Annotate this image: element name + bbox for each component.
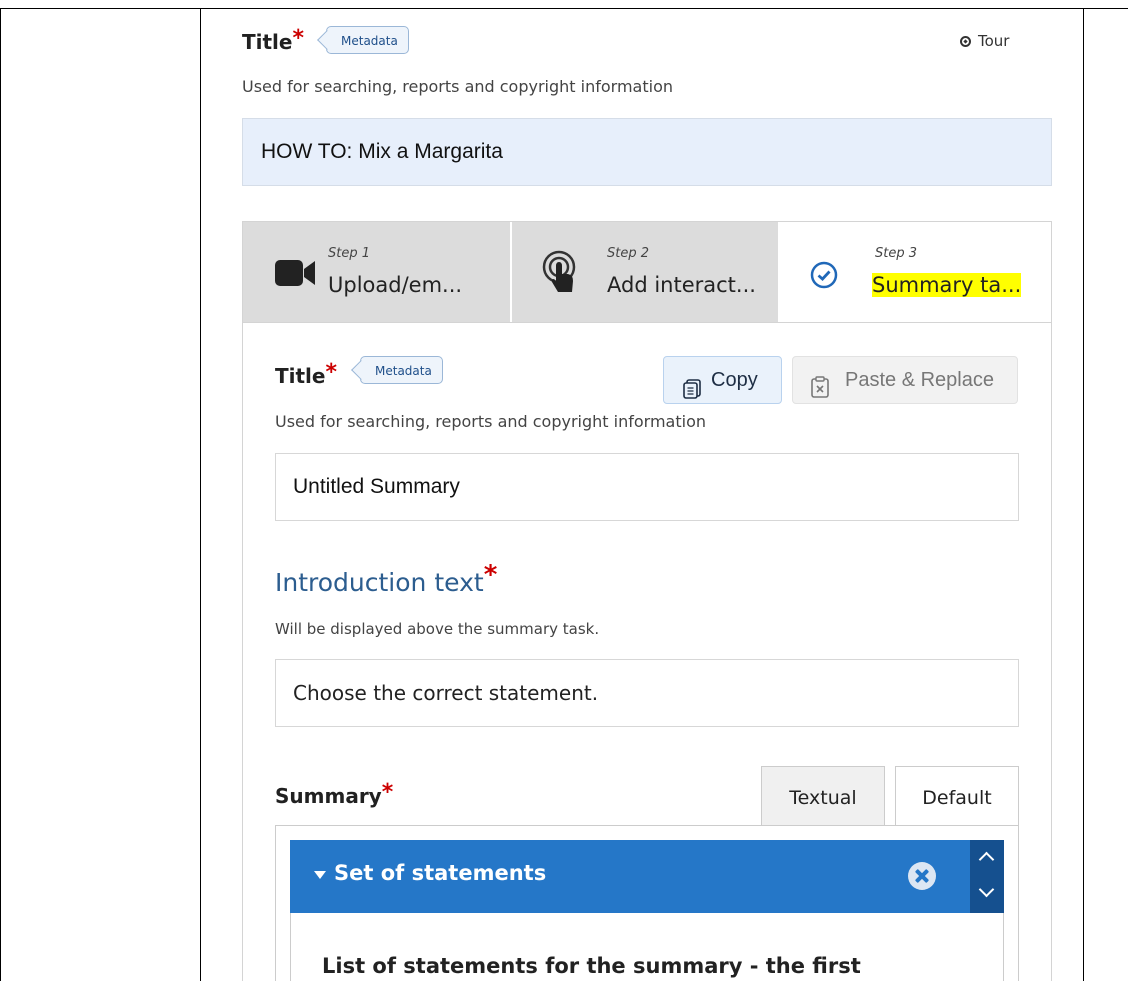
summary-label: Summary* bbox=[275, 780, 394, 808]
tab-textual[interactable]: Textual bbox=[761, 766, 885, 826]
step-1-label: Upload/em... bbox=[328, 273, 463, 297]
chevron-up-icon[interactable] bbox=[978, 851, 995, 868]
step-2-small: Step 2 bbox=[607, 246, 650, 261]
paste-replace-button[interactable]: Paste & Replace bbox=[792, 356, 1018, 404]
video-camera-icon bbox=[275, 260, 315, 290]
remove-icon[interactable] bbox=[908, 862, 936, 890]
title-description: Used for searching, reports and copyrigh… bbox=[242, 77, 673, 96]
frame-left-border bbox=[0, 8, 1, 981]
tab-step-2[interactable]: Step 2 Add interact... bbox=[512, 222, 778, 322]
reorder-controls bbox=[970, 840, 1004, 913]
touch-hand-icon bbox=[542, 250, 578, 300]
title-label: Title* bbox=[242, 26, 304, 54]
tour-link[interactable]: Tour bbox=[960, 32, 1009, 50]
check-circle-icon bbox=[810, 261, 838, 293]
introduction-input[interactable]: Choose the correct statement. bbox=[275, 659, 1019, 727]
summary-title-input[interactable]: Untitled Summary bbox=[275, 453, 1019, 521]
tab-default[interactable]: Default bbox=[895, 766, 1019, 826]
required-asterisk: * bbox=[325, 360, 337, 385]
tab-step-1[interactable]: Step 1 Upload/em... bbox=[243, 222, 510, 322]
frame-top-border bbox=[0, 8, 1128, 9]
required-asterisk: * bbox=[381, 780, 394, 805]
introduction-description: Will be displayed above the summary task… bbox=[275, 620, 600, 638]
caret-down-icon bbox=[314, 871, 326, 879]
summary-title-description: Used for searching, reports and copyrigh… bbox=[275, 412, 706, 431]
required-asterisk: * bbox=[292, 26, 304, 51]
step-3-small: Step 3 bbox=[875, 246, 918, 261]
copy-icon bbox=[683, 370, 701, 416]
compass-icon bbox=[960, 36, 971, 47]
copy-label: Copy bbox=[711, 369, 758, 391]
required-asterisk: * bbox=[483, 560, 498, 590]
tab-step-3[interactable]: Step 3 Summary ta... bbox=[779, 222, 1051, 322]
paste-replace-label: Paste & Replace bbox=[845, 369, 994, 391]
set-of-statements-header[interactable]: Set of statements bbox=[290, 840, 970, 913]
chevron-down-icon[interactable] bbox=[978, 881, 995, 898]
metadata-tag[interactable]: Metadata bbox=[360, 356, 443, 384]
step-2-label: Add interact... bbox=[607, 273, 756, 297]
set-of-statements-label: Set of statements bbox=[334, 861, 547, 885]
summary-title-label: Title* bbox=[275, 360, 337, 388]
metadata-tag[interactable]: Metadata bbox=[326, 26, 409, 54]
title-input[interactable]: HOW TO: Mix a Margarita bbox=[242, 118, 1052, 186]
step-1-small: Step 1 bbox=[328, 246, 371, 261]
frame-right-border bbox=[1083, 8, 1084, 981]
tour-label: Tour bbox=[978, 32, 1010, 50]
frame-column-divider bbox=[200, 8, 201, 981]
paste-icon bbox=[811, 369, 829, 415]
copy-button[interactable]: Copy bbox=[663, 356, 782, 404]
introduction-heading: Introduction text* bbox=[275, 560, 498, 597]
steps-divider bbox=[242, 322, 1052, 323]
list-of-statements-heading: List of statements for the summary - the… bbox=[322, 954, 861, 978]
step-3-label: Summary ta... bbox=[872, 273, 1022, 297]
